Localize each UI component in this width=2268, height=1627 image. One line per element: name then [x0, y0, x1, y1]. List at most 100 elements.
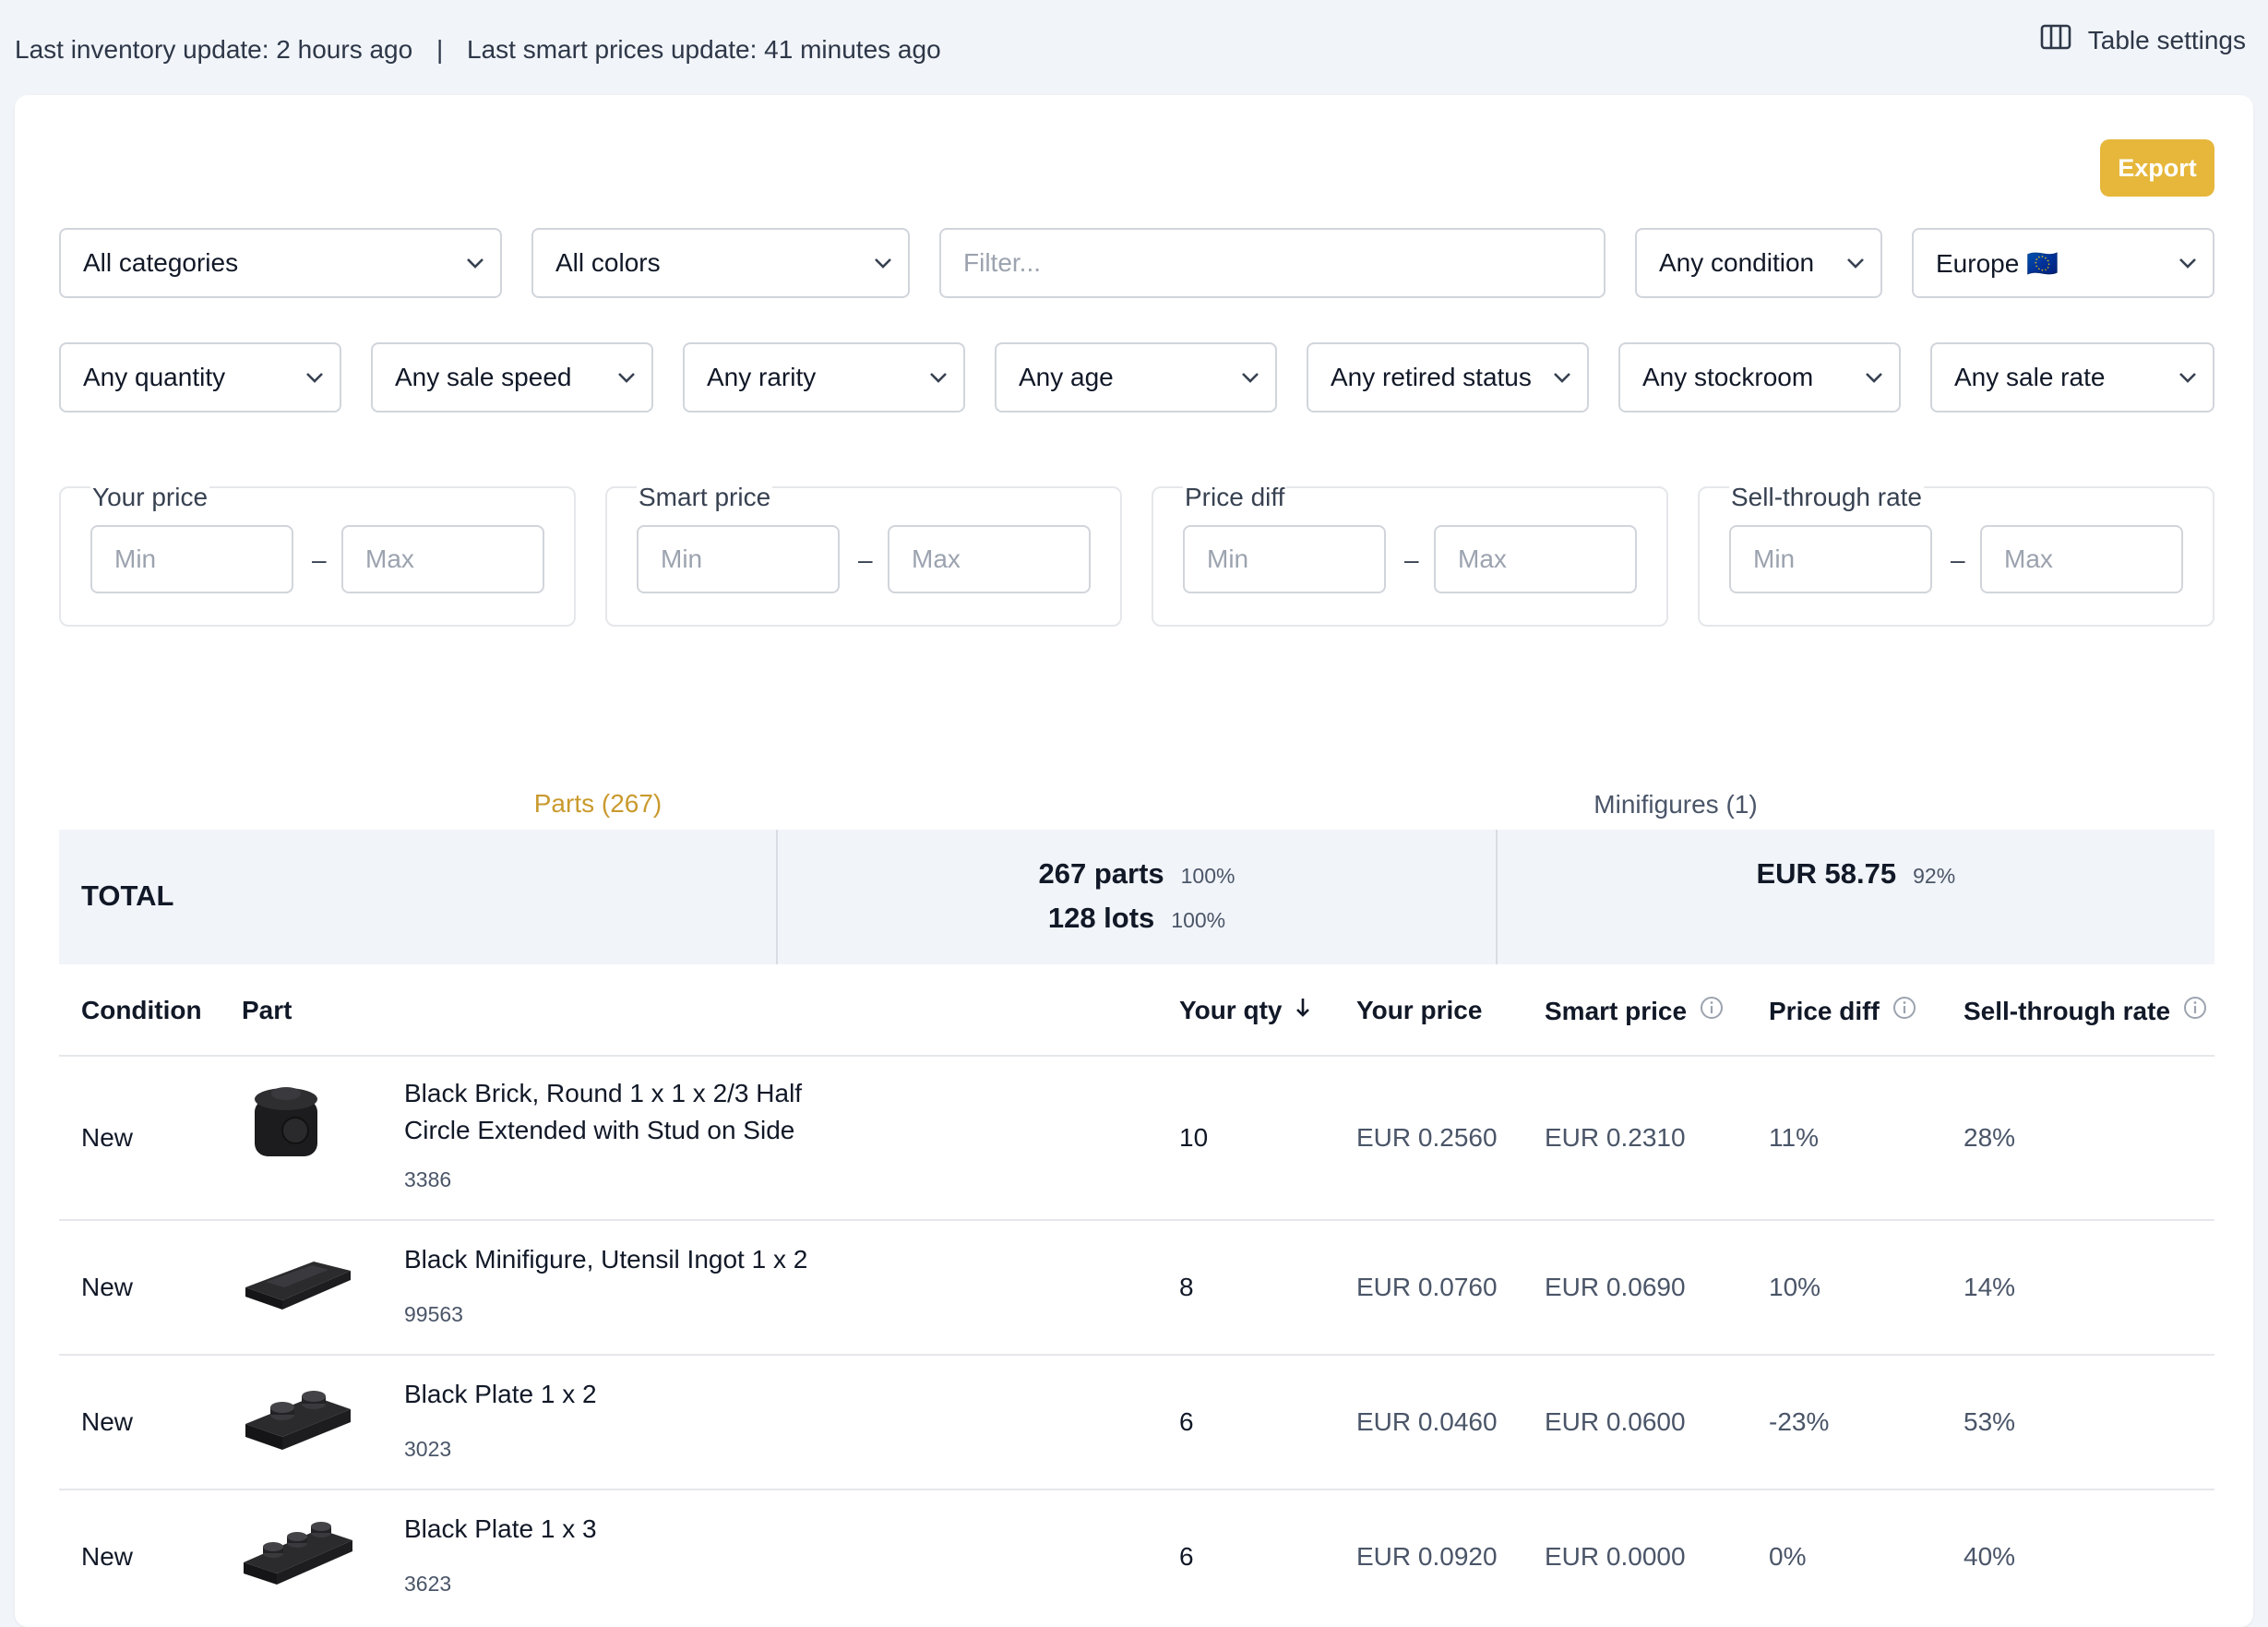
stockroom-select[interactable]: Any stockroom — [1618, 342, 1901, 413]
price-diff-range-label: Price diff — [1183, 483, 1287, 512]
max-placeholder: Max — [1458, 544, 1507, 573]
row-smart-price: EUR 0.2310 — [1545, 1123, 1686, 1152]
sort-arrow-down-icon — [1295, 996, 1311, 1025]
sale-rate-select[interactable]: Any sale rate — [1930, 342, 2214, 413]
condition-select[interactable]: Any condition — [1635, 228, 1882, 298]
price-diff-min-input[interactable]: Min — [1183, 525, 1386, 593]
info-icon[interactable] — [1892, 996, 1916, 1026]
header-part[interactable]: Part — [242, 996, 292, 1025]
sell-through-min-input[interactable]: Min — [1729, 525, 1932, 593]
part-id: 3023 — [404, 1437, 452, 1461]
quantity-select-value: Any quantity — [83, 363, 226, 391]
totals-parts: 267 parts 100% — [778, 857, 1495, 891]
chevron-down-icon — [1225, 371, 1275, 384]
header-condition[interactable]: Condition — [81, 996, 202, 1025]
totals-value: EUR 58.75 92% — [1498, 857, 2214, 891]
header-condition-label: Condition — [81, 996, 202, 1024]
rarity-select[interactable]: Any rarity — [683, 342, 965, 413]
chevron-down-icon — [602, 371, 651, 384]
retired-status-select-value: Any retired status — [1331, 363, 1532, 391]
smart-price-range-label: Smart price — [637, 483, 773, 512]
row-sell-through: 14% — [1964, 1273, 2016, 1301]
categories-select-value: All categories — [83, 248, 239, 277]
totals-lots-value: 128 lots — [1047, 902, 1155, 934]
min-placeholder: Min — [114, 544, 157, 573]
row-price-diff: 0% — [1769, 1542, 1807, 1571]
status-separator: | — [436, 35, 444, 64]
age-select[interactable]: Any age — [995, 342, 1277, 413]
header-price-diff-label: Price diff — [1769, 996, 1880, 1025]
part-image-plate-1x3[interactable] — [240, 1514, 354, 1598]
part-image-plate-1x2[interactable] — [240, 1380, 354, 1464]
quantity-select[interactable]: Any quantity — [59, 342, 341, 413]
chevron-down-icon — [913, 371, 963, 384]
chevron-down-icon — [858, 257, 908, 269]
header-smart-price[interactable]: Smart price — [1545, 996, 1724, 1026]
range-dash: – — [1404, 545, 1419, 574]
row-your-price: EUR 0.2560 — [1356, 1123, 1498, 1152]
info-icon[interactable] — [2183, 996, 2207, 1026]
table-row[interactable]: New Black Brick, Round 1 x 1 x 2/3 Half … — [59, 1057, 2214, 1221]
totals-label: TOTAL — [81, 879, 174, 912]
categories-select[interactable]: All categories — [59, 228, 502, 298]
part-image-round-brick[interactable] — [240, 1075, 332, 1174]
chevron-down-icon — [450, 257, 500, 269]
stockroom-select-value: Any stockroom — [1642, 363, 1814, 391]
header-sell-through-label: Sell-through rate — [1964, 996, 2171, 1025]
header-price-diff[interactable]: Price diff — [1769, 996, 1916, 1026]
smart-price-min-input[interactable]: Min — [637, 525, 840, 593]
part-name[interactable]: Black Brick, Round 1 x 1 x 2/3 Half Circ… — [404, 1075, 810, 1149]
smart-prices-update-text: Last smart prices update: 41 minutes ago — [467, 35, 941, 64]
inventory-card: Export All categories All colors Filter.… — [15, 95, 2253, 1627]
filter-placeholder: Filter... — [963, 248, 1042, 277]
colors-select[interactable]: All colors — [531, 228, 910, 298]
age-select-value: Any age — [1019, 363, 1114, 391]
row-smart-price: EUR 0.0600 — [1545, 1407, 1686, 1436]
header-your-qty[interactable]: Your qty — [1179, 996, 1311, 1025]
row-qty: 6 — [1179, 1542, 1194, 1571]
row-sell-through: 28% — [1964, 1123, 2016, 1152]
part-name[interactable]: Black Plate 1 x 2 — [404, 1376, 810, 1413]
table-row[interactable]: New Black Plate 1 x 2 3023 6 EUR 0.0460 … — [59, 1356, 2214, 1490]
range-dash: – — [312, 545, 327, 574]
header-your-price[interactable]: Your price — [1356, 996, 1482, 1025]
table-row[interactable]: New Black Plate 1 x 3 3623 6 EUR 0.0920 … — [59, 1490, 2214, 1625]
your-price-min-input[interactable]: Min — [90, 525, 293, 593]
your-price-range: Your price Min – Max — [59, 483, 576, 627]
sell-through-max-input[interactable]: Max — [1980, 525, 2183, 593]
totals-count-cell: 267 parts 100% 128 lots 100% — [776, 830, 1495, 964]
row-condition: New — [81, 1407, 134, 1436]
export-button[interactable]: Export — [2100, 139, 2214, 197]
sale-speed-select[interactable]: Any sale speed — [371, 342, 653, 413]
smart-price-max-input[interactable]: Max — [888, 525, 1091, 593]
retired-status-select[interactable]: Any retired status — [1307, 342, 1589, 413]
header-sell-through[interactable]: Sell-through rate — [1964, 996, 2207, 1026]
totals-lots: 128 lots 100% — [778, 902, 1495, 935]
table-settings-label: Table settings — [2087, 25, 2246, 54]
table-settings-button[interactable]: Table settings — [2040, 24, 2246, 56]
update-status: Last inventory update: 2 hours ago | Las… — [15, 35, 941, 65]
row-price-diff: -23% — [1769, 1407, 1830, 1436]
price-diff-range: Price diff Min – Max — [1152, 483, 1668, 627]
price-diff-max-input[interactable]: Max — [1434, 525, 1637, 593]
row-qty: 10 — [1179, 1123, 1209, 1152]
row-condition: New — [81, 1123, 134, 1152]
header-your-price-label: Your price — [1356, 996, 1483, 1024]
min-placeholder: Min — [661, 544, 703, 573]
min-placeholder: Min — [1207, 544, 1249, 573]
info-icon[interactable] — [1700, 996, 1724, 1026]
chevron-down-icon — [1831, 257, 1880, 269]
chevron-down-icon — [1849, 371, 1899, 384]
part-id: 3623 — [404, 1572, 452, 1596]
rarity-select-value: Any rarity — [707, 363, 817, 391]
part-image-ingot[interactable] — [240, 1241, 354, 1322]
your-price-max-input[interactable]: Max — [341, 525, 544, 593]
header-your-qty-label: Your qty — [1179, 996, 1283, 1024]
part-name[interactable]: Black Plate 1 x 3 — [404, 1511, 810, 1548]
header-part-label: Part — [242, 996, 292, 1024]
table-row[interactable]: New Black Minifigure, Utensil Ingot 1 x … — [59, 1221, 2214, 1356]
filter-input[interactable]: Filter... — [939, 228, 1606, 298]
part-name[interactable]: Black Minifigure, Utensil Ingot 1 x 2 — [404, 1241, 810, 1278]
totals-value-amount: EUR 58.75 — [1756, 857, 1897, 890]
region-select[interactable]: Europe 🇪🇺 — [1912, 228, 2214, 298]
